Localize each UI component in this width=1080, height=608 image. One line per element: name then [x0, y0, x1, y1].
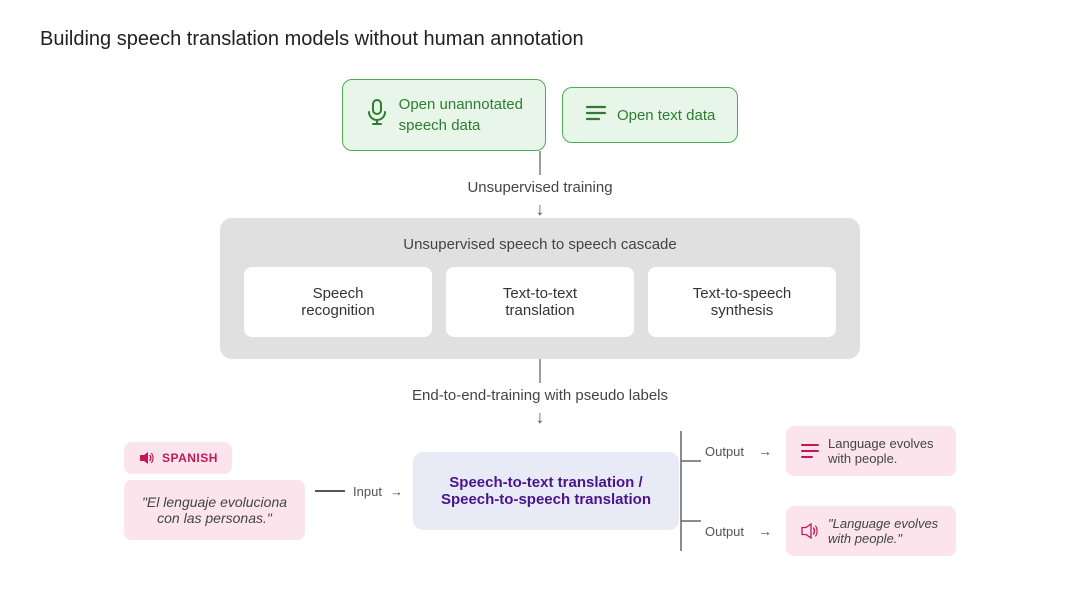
text-data-box: Open text data [562, 87, 738, 143]
text-to-text-label: Text-to-texttranslation [503, 285, 577, 319]
speech-recognition-label: Speechrecognition [301, 285, 374, 319]
lines-icon [585, 102, 607, 128]
connector-line-2 [539, 359, 541, 383]
output-label-2: Output [705, 524, 744, 539]
translation-label: Speech-to-text translation /Speech-to-sp… [441, 474, 651, 508]
output-arrow-1: → [758, 443, 772, 459]
output-row-2: Output → "Language evolveswith people." [705, 506, 956, 556]
cascade-inner: Speechrecognition Text-to-texttranslatio… [244, 267, 836, 337]
cascade-title: Unsupervised speech to speech cascade [244, 236, 836, 253]
spanish-text-box: "El lenguaje evolucionacon las personas.… [124, 480, 305, 540]
bottom-flow: SPANISH "El lenguaje evolucionacon las p… [40, 426, 1040, 556]
end-to-end-label: End-to-end-training with pseudo labels [412, 383, 668, 408]
output-text-label: Language evolveswith people. [828, 436, 934, 466]
page-title: Building speech translation models witho… [40, 28, 584, 51]
arrow-down-2: ↓ [536, 408, 545, 426]
input-arrow-line [315, 490, 345, 492]
output-lines-icon [800, 442, 820, 460]
full-flow: Open unannotatedspeech data Open text da… [40, 79, 1040, 556]
diagram-container: Building speech translation models witho… [0, 0, 1080, 608]
spanish-text: "El lenguaje evolucionacon las personas.… [142, 494, 287, 526]
speech-recognition-box: Speechrecognition [244, 267, 432, 337]
spanish-label: SPANISH [162, 451, 218, 465]
top-row: Open unannotatedspeech data Open text da… [342, 79, 739, 151]
right-outputs: Output → Language evolveswith people. Ou… [705, 426, 956, 556]
spanish-container: SPANISH "El lenguaje evolucionacon las p… [124, 442, 305, 540]
branch-connector-svg [679, 431, 701, 551]
output-arrow-2: → [758, 523, 772, 539]
text-to-speech-box: Text-to-speechsynthesis [648, 267, 836, 337]
output-text-box: Language evolveswith people. [786, 426, 956, 476]
input-label: Input [349, 484, 386, 499]
microphone-icon [365, 98, 389, 132]
text-data-label: Open text data [617, 107, 715, 124]
output-label-1: Output [705, 444, 744, 459]
cascade-box: Unsupervised speech to speech cascade Sp… [220, 218, 860, 359]
speech-data-label: Open unannotatedspeech data [399, 94, 523, 136]
input-arrow-head: → [390, 484, 403, 499]
unsupervised-training-label: Unsupervised training [467, 175, 612, 200]
output-speaker-icon [800, 522, 820, 540]
output-speech-box: "Language evolveswith people." [786, 506, 956, 556]
spanish-badge: SPANISH [124, 442, 232, 474]
connector-line-1 [539, 151, 541, 175]
output-row-1: Output → Language evolveswith people. [705, 426, 956, 476]
speaker-icon [138, 450, 154, 466]
input-connector: Input → [305, 484, 413, 499]
translation-box: Speech-to-text translation /Speech-to-sp… [413, 452, 679, 530]
speech-data-box: Open unannotatedspeech data [342, 79, 546, 151]
output-speech-label: "Language evolveswith people." [828, 516, 938, 546]
text-to-speech-label: Text-to-speechsynthesis [693, 285, 791, 319]
arrow-down-1: ↓ [536, 200, 545, 218]
text-to-text-box: Text-to-texttranslation [446, 267, 634, 337]
